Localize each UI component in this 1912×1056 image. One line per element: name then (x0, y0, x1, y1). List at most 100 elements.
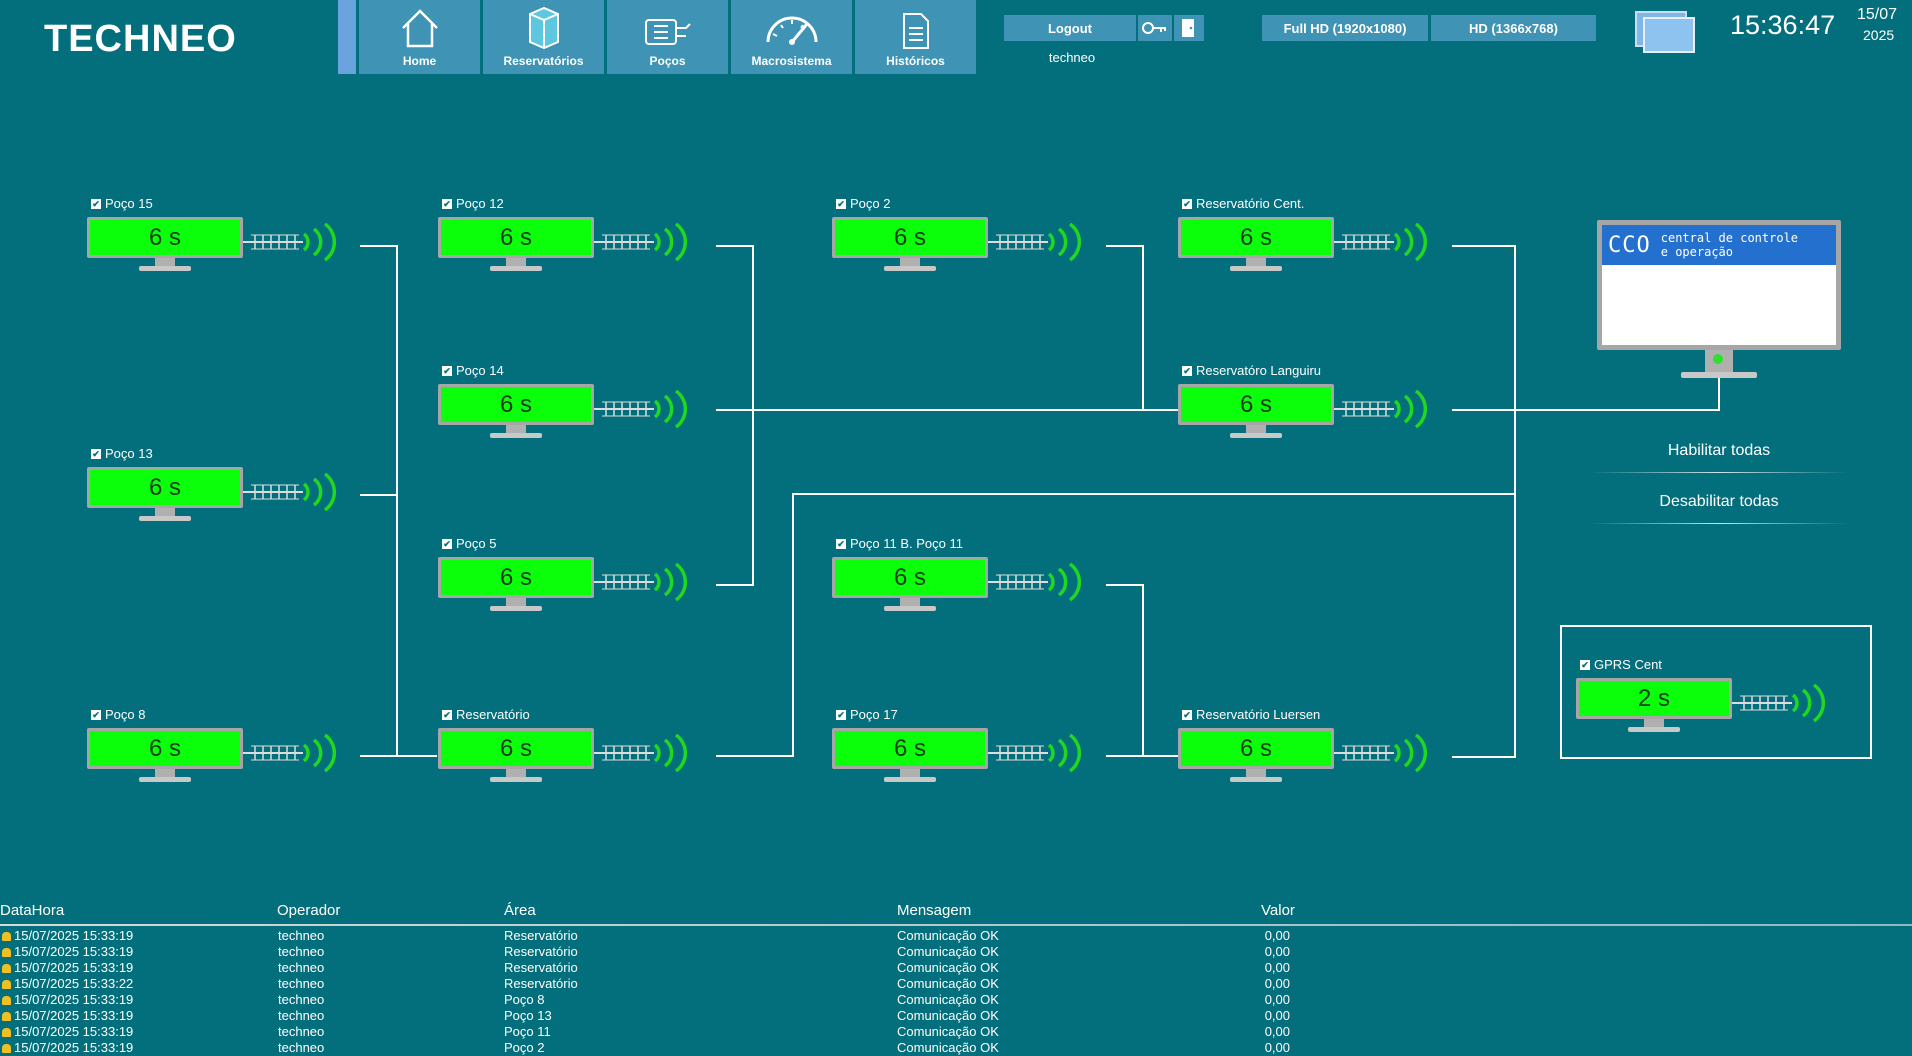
col-area[interactable]: Área (504, 902, 536, 919)
node-poco-8[interactable]: ✔ Poço 8 6 s (87, 707, 357, 802)
node-gprs-cent[interactable]: ✔ GPRS Cent 2 s (1576, 657, 1846, 752)
comm-time-display: 6 s (835, 220, 985, 255)
node-label: Poço 14 (456, 363, 504, 378)
node-poco-5[interactable]: ✔ Poço 5 6 s (438, 536, 708, 631)
nav-macrosistema-label: Macrosistema (751, 54, 832, 68)
wire (1142, 245, 1144, 411)
node-reservatorio[interactable]: ✔ Reservatório 6 s (438, 707, 708, 802)
table-row[interactable]: 15/07/2025 15:33:19 techneo Poço 8 Comunica… (0, 992, 1912, 1008)
node-label: Poço 15 (105, 196, 153, 211)
window-mode-button[interactable] (1634, 10, 1696, 59)
enabled-checkbox[interactable]: ✔ (442, 198, 452, 209)
wire (1106, 755, 1178, 757)
node-poco-11[interactable]: ✔ Poço 11 B. Poço 11 6 s (832, 536, 1102, 631)
nav-historicos[interactable]: Históricos (855, 0, 976, 74)
enabled-checkbox[interactable]: ✔ (442, 709, 452, 720)
nav-home[interactable]: Home (359, 0, 480, 74)
node-poco-14[interactable]: ✔ Poço 14 6 s (438, 363, 708, 458)
wire (1142, 584, 1144, 757)
enabled-checkbox[interactable]: ✔ (1182, 198, 1192, 209)
enabled-checkbox[interactable]: ✔ (1580, 659, 1590, 670)
antenna-signal-icon (1334, 389, 1428, 429)
resolution-hd-button[interactable]: HD (1366x768) (1431, 15, 1596, 41)
nav-macrosistema[interactable]: Macrosistema (731, 0, 852, 74)
nav-reservatorios[interactable]: Reservatórios (483, 0, 604, 74)
document-icon (902, 13, 929, 49)
col-valor[interactable]: Valor (1261, 902, 1295, 919)
comm-time-display: 6 s (1181, 387, 1331, 422)
current-user: techneo (1048, 50, 1096, 65)
cco-caption: central de controle e operação (1660, 231, 1799, 259)
table-row[interactable]: 15/07/2025 15:33:19 techneo Reservatório Co… (0, 960, 1912, 976)
col-datahora[interactable]: DataHora (0, 902, 64, 919)
node-label: Poço 8 (105, 707, 146, 722)
enabled-checkbox[interactable]: ✔ (1182, 709, 1192, 720)
clock: 15:36:47 (1730, 10, 1836, 40)
enabled-checkbox[interactable]: ✔ (836, 538, 846, 549)
enable-all-button[interactable]: Habilitar todas (1594, 442, 1844, 460)
table-row[interactable]: 15/07/2025 15:33:19 techneo Reservatório Co… (0, 928, 1912, 944)
table-row[interactable]: 15/07/2025 15:33:22 techneo Reservatório Co… (0, 976, 1912, 992)
antenna-signal-icon (1334, 733, 1428, 773)
comm-time-display: 6 s (441, 220, 591, 255)
exit-button[interactable] (1174, 15, 1204, 41)
table-header-separator (0, 924, 1912, 926)
node-poco-2[interactable]: ✔ Poço 2 6 s (832, 196, 1102, 291)
table-row[interactable]: 15/07/2025 15:33:19 techneo Poço 13 Comunic… (0, 1008, 1912, 1024)
wire (1452, 409, 1720, 411)
app-logo: TECHNEO (44, 18, 237, 60)
enabled-checkbox[interactable]: ✔ (836, 198, 846, 209)
table-row[interactable]: 15/07/2025 15:33:19 techneo Reservatório Co… (0, 944, 1912, 960)
col-operador[interactable]: Operador (277, 902, 340, 919)
antenna-signal-icon (988, 733, 1082, 773)
table-row[interactable]: 15/07/2025 15:33:19 techneo Poço 11 Comunic… (0, 1024, 1912, 1040)
nav-reservatorios-label: Reservatórios (503, 54, 584, 68)
wire (396, 245, 398, 757)
comm-time-display: 6 s (90, 470, 240, 505)
wire (360, 494, 397, 496)
antenna-signal-icon (594, 222, 688, 262)
date-year: 2025 (1863, 27, 1895, 43)
wire (1452, 245, 1516, 247)
comm-time-display: 6 s (835, 560, 985, 595)
wire (1718, 378, 1720, 411)
node-reservatorio-languiru[interactable]: ✔ Reservatóro Languiru 6 s (1178, 363, 1448, 458)
logout-button[interactable]: Logout (1004, 15, 1136, 41)
table-row[interactable]: 15/07/2025 15:33:19 techneo Poço 2 Comunica… (0, 1040, 1912, 1056)
node-label: Poço 13 (105, 446, 153, 461)
node-reservatorio-luersen[interactable]: ✔ Reservatório Luersen 6 s (1178, 707, 1448, 802)
bell-icon (2, 980, 11, 990)
disable-all-button[interactable]: Desabilitar todas (1594, 493, 1844, 511)
enabled-checkbox[interactable]: ✔ (1182, 365, 1192, 376)
nav-pocos[interactable]: Poços (607, 0, 728, 74)
node-poco-13[interactable]: ✔ Poço 13 6 s (87, 446, 357, 541)
cco-monitor[interactable]: CCO central de controle e operação (1597, 220, 1841, 382)
event-log-table: 15/07/2025 15:33:19 techneo Reservatório Co… (0, 928, 1912, 1056)
key-button[interactable] (1138, 15, 1172, 41)
enabled-checkbox[interactable]: ✔ (91, 709, 101, 720)
node-label: Poço 5 (456, 536, 497, 551)
comm-time-display: 6 s (441, 560, 591, 595)
comm-time-display: 6 s (90, 731, 240, 766)
enabled-checkbox[interactable]: ✔ (442, 365, 452, 376)
node-poco-17[interactable]: ✔ Poço 17 6 s (832, 707, 1102, 802)
bell-icon (2, 932, 11, 942)
enabled-checkbox[interactable]: ✔ (442, 538, 452, 549)
col-mensagem[interactable]: Mensagem (897, 902, 971, 919)
key-icon (1142, 22, 1166, 34)
node-label: Reservatório Luersen (1196, 707, 1321, 722)
windows-icon (1635, 11, 1695, 53)
antenna-signal-icon (243, 472, 337, 512)
wire (360, 755, 437, 757)
antenna-signal-icon (988, 222, 1082, 262)
enabled-checkbox[interactable]: ✔ (91, 198, 101, 209)
resolution-full-hd-button[interactable]: Full HD (1920x1080) (1262, 15, 1428, 41)
enabled-checkbox[interactable]: ✔ (836, 709, 846, 720)
bell-icon (2, 1028, 11, 1038)
node-label: Poço 2 (850, 196, 891, 211)
node-poco-12[interactable]: ✔ Poço 12 6 s (438, 196, 708, 291)
nav-accent-bar (338, 0, 356, 74)
node-poco-15[interactable]: ✔ Poço 15 6 s (87, 196, 357, 291)
node-reservatorio-cent[interactable]: ✔ Reservatório Cent. 6 s (1178, 196, 1448, 291)
enabled-checkbox[interactable]: ✔ (91, 448, 101, 459)
